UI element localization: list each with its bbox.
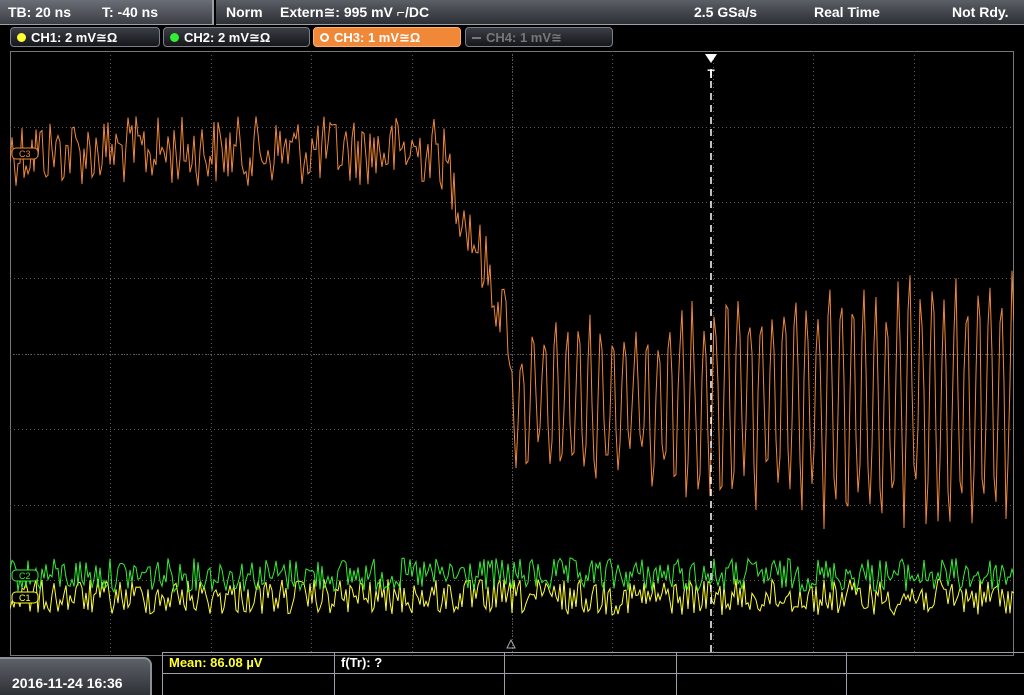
measurement-9[interactable]	[677, 674, 847, 695]
channel-4-label: CH4: 1 mV≅	[486, 30, 562, 45]
date-time-box: 2016-11-24 16:36	[0, 657, 152, 695]
channel-4-off-icon	[472, 37, 481, 39]
sample-rate-label: 2.5 GSa/s	[694, 4, 758, 20]
channel-4-button[interactable]: CH4: 1 mV≅	[465, 27, 613, 47]
measurement-2[interactable]: f(Tr): ?	[335, 653, 505, 674]
channel-2-marker-label: C2	[19, 571, 31, 581]
top-status-bar: TB: 20 ns T: -40 ns Norm Extern≅: 995 mV…	[0, 0, 1024, 25]
measurement-3[interactable]	[505, 653, 677, 674]
channel-1-marker-label: C1	[19, 593, 31, 603]
trigger-position-label: T: -40 ns	[102, 4, 159, 20]
run-status-label: Not Rdy.	[952, 4, 1009, 20]
measurement-6[interactable]	[163, 674, 335, 695]
date-time-label: 2016-11-24 16:36	[12, 675, 123, 691]
channel-2-offset-marker: C2	[11, 569, 39, 582]
graticule-grid	[10, 51, 1014, 656]
channel-2-button[interactable]: CH2: 2 mV≅Ω	[163, 27, 310, 47]
trigger-mode-label: Norm	[226, 4, 263, 20]
channel-1-label: CH1: 2 mV≅Ω	[31, 30, 118, 45]
trigger-source-label: Extern≅: 995 mV ⌐/DC	[280, 4, 430, 20]
measurement-7[interactable]	[335, 674, 505, 695]
acquisition-status-box[interactable]: Norm Extern≅: 995 mV ⌐/DC 2.5 GSa/s Real…	[216, 0, 1024, 25]
channel-2-dot-icon	[170, 33, 179, 42]
channel-3-marker-label: C3	[19, 149, 31, 159]
waveform-display[interactable]: T C3 C2 C1	[10, 51, 1014, 656]
center-triangle-icon	[506, 638, 516, 649]
channel-3-button[interactable]: CH3: 1 mV≅Ω	[313, 27, 461, 47]
timebase-box[interactable]: TB: 20 ns T: -40 ns	[0, 0, 214, 25]
measurement-5[interactable]	[847, 653, 1024, 674]
measurement-10[interactable]	[847, 674, 1024, 695]
channel-1-offset-marker: C1	[11, 591, 39, 604]
trigger-arrow-icon	[705, 54, 717, 63]
timebase-label: TB: 20 ns	[8, 4, 72, 20]
channel-3-offset-marker: C3	[11, 147, 39, 160]
measurement-panel[interactable]: Mean: 86.08 µV f(Tr): ?	[162, 652, 1024, 695]
waveform-svg: T C3 C2 C1	[10, 51, 1014, 656]
trigger-marker-label: T	[707, 67, 715, 81]
measurement-4[interactable]	[677, 653, 847, 674]
channel-1-dot-icon	[17, 33, 26, 42]
channel-3-label: CH3: 1 mV≅Ω	[334, 30, 421, 45]
channel-2-label: CH2: 2 mV≅Ω	[184, 30, 271, 45]
measurement-8[interactable]	[505, 674, 677, 695]
channel-3-dot-icon	[320, 33, 329, 42]
channel-1-button[interactable]: CH1: 2 mV≅Ω	[10, 27, 160, 47]
acquisition-mode-label: Real Time	[814, 4, 880, 20]
measurement-1[interactable]: Mean: 86.08 µV	[163, 653, 335, 674]
